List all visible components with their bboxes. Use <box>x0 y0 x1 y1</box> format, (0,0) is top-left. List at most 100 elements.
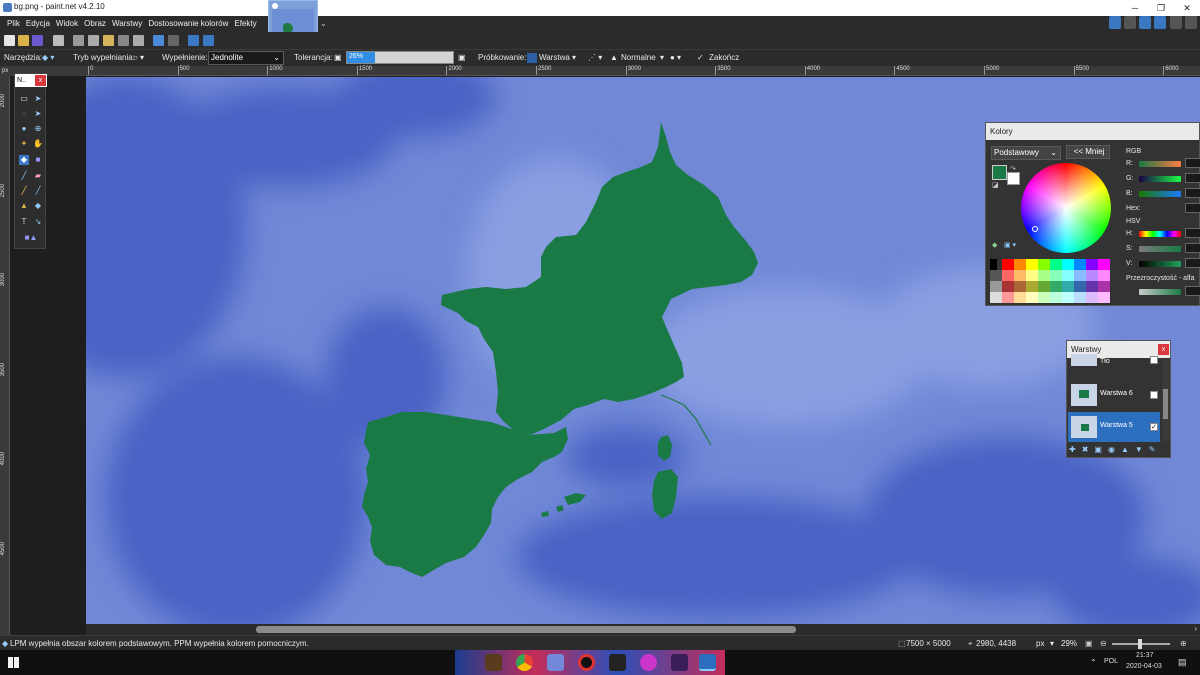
colors-window-toggle-icon[interactable] <box>1154 16 1166 29</box>
scroll-right-arrow-icon[interactable]: › <box>1194 624 1197 633</box>
layer-visibility-checkbox[interactable] <box>1150 391 1158 399</box>
ruler-icon[interactable] <box>203 35 214 46</box>
layer-row[interactable]: Warstwa 6 <box>1068 380 1160 410</box>
r-slider[interactable] <box>1139 161 1181 167</box>
zoom-out-icon[interactable]: ⊖ <box>1100 639 1107 648</box>
layer-properties-icon[interactable]: ✎ <box>1149 445 1162 454</box>
finish-check-icon[interactable]: ✓ <box>697 53 704 62</box>
blend-mode-value[interactable]: Normalne <box>621 53 656 62</box>
swap-colors-icon[interactable]: ↷ <box>1010 165 1016 173</box>
settings-gear-icon[interactable] <box>1170 16 1182 29</box>
delete-layer-icon[interactable]: ✖ <box>1082 445 1095 454</box>
deselect-icon[interactable] <box>133 35 144 46</box>
chrome-app-icon[interactable] <box>516 654 533 671</box>
crop-icon[interactable] <box>118 35 129 46</box>
b-slider[interactable] <box>1139 191 1181 197</box>
layer-row[interactable]: Tło <box>1068 354 1160 370</box>
undo-icon[interactable] <box>153 35 164 46</box>
tray-time[interactable]: 21:37 <box>1136 652 1154 659</box>
magic-wand-icon[interactable]: ✦ <box>19 139 29 149</box>
v-slider[interactable] <box>1139 261 1181 267</box>
game-app-icon[interactable] <box>609 654 626 671</box>
unit-select[interactable]: px <box>1036 639 1044 648</box>
palette-menu-icon[interactable]: ▣ ▾ <box>1004 241 1016 249</box>
layer-row-selected[interactable]: Warstwa 5 ✓ <box>1068 412 1160 442</box>
color-picker-icon[interactable]: ╱ <box>33 186 43 196</box>
clone-stamp-icon[interactable]: ▲ <box>19 201 29 211</box>
unit-dropdown-icon[interactable]: ▾ <box>1050 639 1054 648</box>
paste-icon[interactable] <box>103 35 114 46</box>
duplicate-layer-icon[interactable]: ▣ <box>1094 445 1108 454</box>
paintbrush-icon[interactable]: ╱ <box>19 171 29 181</box>
save-icon[interactable] <box>32 35 43 46</box>
merge-layer-icon[interactable]: ◉ <box>1108 445 1121 454</box>
zoom-icon[interactable]: ⊕ <box>33 124 43 134</box>
line-curve-icon[interactable]: ↘ <box>33 217 43 227</box>
g-input[interactable] <box>1185 173 1200 183</box>
sampling-value[interactable]: Warstwa <box>539 53 570 62</box>
copy-icon[interactable] <box>88 35 99 46</box>
h-slider[interactable] <box>1139 231 1181 237</box>
zoom-slider-thumb[interactable] <box>1138 639 1142 649</box>
discord-app-icon[interactable] <box>547 654 564 671</box>
b-input[interactable] <box>1185 188 1200 198</box>
minimize-button[interactable]: ─ <box>1122 0 1148 16</box>
menu-plik[interactable]: Plik <box>0 16 23 32</box>
close-button[interactable]: ✕ <box>1174 0 1200 16</box>
redo-icon[interactable] <box>168 35 179 46</box>
sampling-dropdown-icon[interactable]: ▾ <box>572 53 576 62</box>
layers-window-toggle-icon[interactable] <box>1139 16 1151 29</box>
blend-dropdown-icon[interactable]: ▾ <box>660 53 664 62</box>
pan-hand-icon[interactable]: ✋ <box>33 139 43 149</box>
print-icon[interactable] <box>53 35 64 46</box>
move-selection-icon[interactable]: ➤ <box>33 109 43 119</box>
zoom-slider[interactable] <box>1112 639 1170 649</box>
add-layer-icon[interactable]: ✚ <box>1069 445 1082 454</box>
shapes-icon[interactable]: ■▲ <box>21 233 41 243</box>
paintnet-taskbar-icon[interactable] <box>699 654 716 671</box>
zoom-fit-icon[interactable]: ▣ <box>1085 639 1093 648</box>
zoom-value[interactable]: 29% <box>1061 639 1077 648</box>
menu-efekty[interactable]: Efekty <box>231 16 259 32</box>
s-slider[interactable] <box>1139 246 1181 252</box>
v-input[interactable] <box>1185 258 1200 268</box>
palette-select[interactable]: Podstawowy ⌄ <box>991 146 1061 160</box>
alpha-input[interactable] <box>1185 286 1200 296</box>
horizontal-scrollbar[interactable]: › <box>86 624 1200 635</box>
tools-panel-close-button[interactable]: x <box>35 75 46 86</box>
pink-app-icon[interactable] <box>640 654 657 671</box>
layer-visibility-checkbox[interactable] <box>1150 356 1158 364</box>
tolerance-mode-icon[interactable]: ▣ <box>334 53 342 62</box>
windows-start-icon[interactable] <box>8 657 19 668</box>
move-layer-up-icon[interactable]: ▲ <box>1121 445 1135 454</box>
zoom-in-icon[interactable]: ⊕ <box>1180 639 1187 648</box>
grid-icon[interactable] <box>188 35 199 46</box>
s-input[interactable] <box>1185 243 1200 253</box>
primary-color-swatch[interactable] <box>992 165 1007 180</box>
minecraft-app-icon[interactable] <box>485 654 502 671</box>
tolerance-reset-icon[interactable]: ▣ <box>458 53 466 62</box>
tray-language[interactable]: POL <box>1104 658 1118 665</box>
paint-bucket-icon[interactable]: ◆ ▾ <box>42 53 54 62</box>
maximize-button[interactable]: ❐ <box>1148 0 1174 16</box>
recolor-icon[interactable]: ◆ <box>33 201 43 211</box>
fill-select[interactable]: Jednolite ⌄ <box>208 51 284 65</box>
palette-swatches[interactable] <box>990 259 1110 303</box>
hex-input[interactable] <box>1185 203 1200 213</box>
tools-window-toggle-icon[interactable] <box>1109 16 1121 29</box>
antialiasing-icon[interactable]: ⋰ ▾ <box>588 53 602 62</box>
history-window-toggle-icon[interactable] <box>1124 16 1136 29</box>
ellipse-select-icon[interactable]: ● <box>19 124 29 134</box>
r-input[interactable] <box>1185 158 1200 168</box>
tab-list-chevron-icon[interactable]: ⌄ <box>320 19 327 28</box>
tray-date[interactable]: 2020-04-03 <box>1126 663 1162 670</box>
alpha-slider[interactable] <box>1139 289 1181 295</box>
obs-record-icon[interactable] <box>578 654 595 671</box>
move-selected-icon[interactable]: ➤ <box>33 94 43 104</box>
gradient-icon[interactable]: ■ <box>33 155 43 165</box>
purple-app-icon[interactable] <box>671 654 688 671</box>
tray-overflow-icon[interactable]: ⌃ <box>1090 658 1097 667</box>
menu-warstwy[interactable]: Warstwy <box>109 16 145 32</box>
secondary-color-swatch[interactable] <box>1007 172 1020 185</box>
less-button[interactable]: << Mniej <box>1066 145 1110 159</box>
